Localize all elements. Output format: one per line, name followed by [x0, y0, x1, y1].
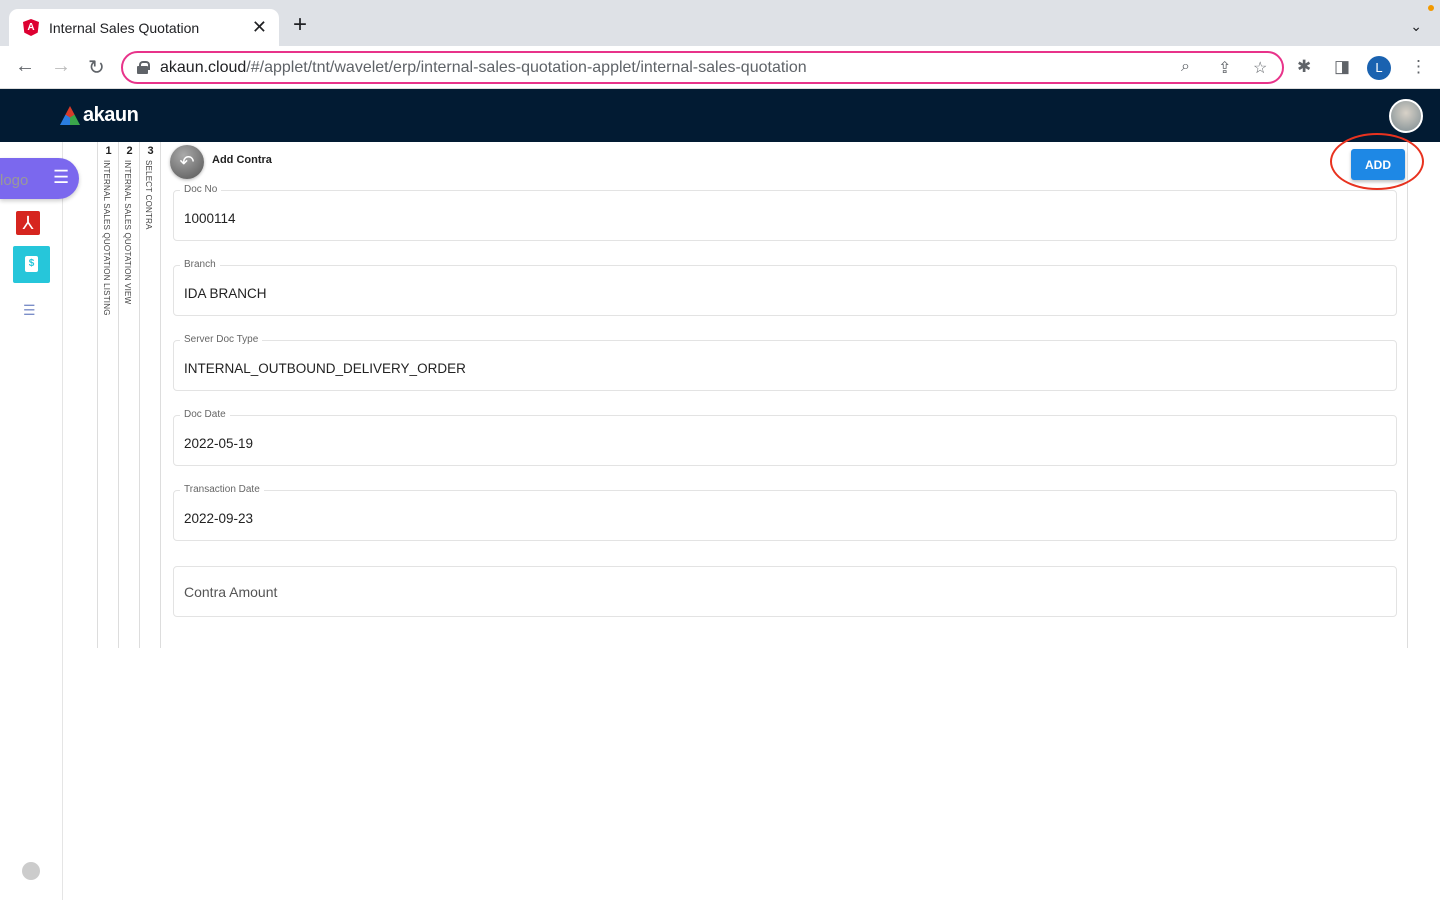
browser-tab-strip: A Internal Sales Quotation ✕ + ⌄ — [0, 0, 1440, 46]
page-title: Add Contra — [212, 154, 272, 166]
angular-icon: A — [23, 19, 39, 36]
transaction-date-field[interactable]: Transaction Date 2022-09-23 — [173, 484, 1397, 541]
sidebar: logo ☰ ⅄ $ ☰ — [0, 142, 79, 900]
side-panel-icon[interactable]: ◨ — [1334, 57, 1350, 77]
close-tab-icon[interactable]: ✕ — [252, 17, 267, 38]
breadcrumb-steps: 1 INTERNAL SALES QUOTATION LISTING 2 INTER… — [97, 142, 161, 648]
bookmark-star-icon[interactable]: ☆ — [1253, 58, 1267, 78]
sales-doc-app-icon[interactable]: $ — [13, 246, 50, 283]
url-host: akaun.cloud — [160, 59, 247, 76]
tab-title: Internal Sales Quotation — [49, 20, 200, 36]
browser-tab[interactable]: A Internal Sales Quotation ✕ — [9, 9, 279, 46]
user-icon[interactable] — [22, 862, 40, 880]
profile-avatar[interactable]: L — [1367, 56, 1391, 80]
zoom-icon[interactable]: ⌕ — [1181, 58, 1190, 76]
address-bar[interactable]: akaun.cloud/#/applet/tnt/wavelet/erp/int… — [121, 51, 1284, 84]
add-button[interactable]: ADD — [1351, 149, 1405, 180]
back-button[interactable]: ↶ — [170, 145, 204, 179]
pdf-app-icon[interactable]: ⅄ — [16, 211, 40, 235]
forward-icon[interactable]: → — [51, 55, 71, 78]
user-avatar[interactable] — [1389, 99, 1423, 133]
doc-date-field[interactable]: Doc Date 2022-05-19 — [173, 409, 1397, 466]
app-header: akaun — [0, 89, 1440, 142]
browser-toolbar: ← → ↻ akaun.cloud/#/applet/tnt/wavelet/e… — [0, 46, 1440, 89]
step-listing[interactable]: 1 INTERNAL SALES QUOTATION LISTING — [97, 142, 118, 648]
extensions-icon[interactable]: ✱ — [1297, 57, 1311, 77]
akaun-logo[interactable]: akaun — [60, 104, 139, 127]
browser-menu-icon[interactable]: ⋮ — [1410, 57, 1427, 77]
new-tab-button[interactable]: + — [293, 13, 307, 37]
broken-logo-image: logo — [0, 172, 29, 189]
url-path: /#/applet/tnt/wavelet/erp/internal-sales… — [246, 59, 807, 76]
reload-icon[interactable]: ↻ — [88, 55, 105, 80]
step-select-contra[interactable]: 3 SELECT CONTRA — [139, 142, 160, 648]
update-dot — [1428, 5, 1434, 11]
contra-amount-input[interactable]: Contra Amount — [173, 566, 1397, 617]
tab-search-chevron-icon[interactable]: ⌄ — [1410, 18, 1422, 35]
step-view[interactable]: 2 INTERNAL SALES QUOTATION VIEW — [118, 142, 139, 648]
lock-icon — [137, 61, 150, 74]
add-contra-panel: ↶ Add Contra ADD Doc No 1000114 Branch IDA… — [162, 133, 1424, 648]
sidebar-toggle[interactable]: logo ☰ — [0, 158, 79, 199]
back-icon[interactable]: ← — [15, 55, 35, 78]
list-icon[interactable]: ☰ — [23, 302, 36, 319]
menu-open-icon[interactable]: ☰ — [53, 167, 69, 188]
logo-triangle-icon — [60, 106, 80, 125]
branch-field[interactable]: Branch IDA BRANCH — [173, 259, 1397, 316]
server-doc-type-field[interactable]: Server Doc Type INTERNAL_OUTBOUND_DELIVER… — [173, 334, 1397, 391]
doc-no-field[interactable]: Doc No 1000114 — [173, 184, 1397, 241]
share-icon[interactable]: ⇪ — [1218, 58, 1231, 78]
